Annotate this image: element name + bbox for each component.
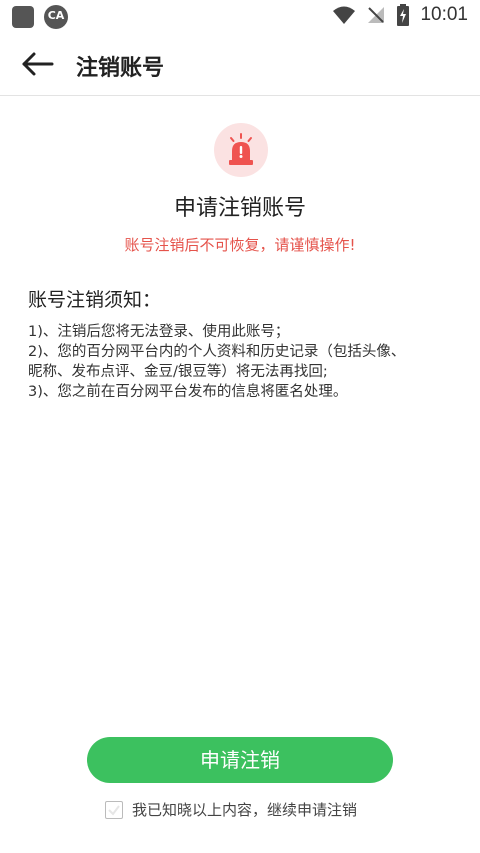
main-title: 申请注销账号 xyxy=(173,196,306,221)
notice-list: 1)、注销后您将无法登录、使用此账号； 2)、您的百分网平台内的个人资料和历史记… xyxy=(28,322,468,402)
notice-line: 昵称、发布点评、金豆/银豆等）将无法再找回; xyxy=(28,364,328,380)
agree-label: 我已知晓以上内容，继续申请注销 xyxy=(132,801,358,819)
notice-line: 3)、您之前在百分网平台发布的信息将匿名处理。 xyxy=(28,384,348,400)
warning-text: 账号注销后不可恢复，请谨慎操作! xyxy=(124,236,356,254)
status-bar: CA 10:01 xyxy=(0,0,480,33)
agree-row[interactable]: 我已知晓以上内容，继续申请注销 xyxy=(105,799,357,820)
square-icon xyxy=(12,6,34,28)
no-signal-icon xyxy=(368,7,385,23)
app-bar: 注销账号 xyxy=(0,33,480,96)
alert-badge xyxy=(214,123,268,177)
cast-icon: CA xyxy=(44,5,68,29)
page-title: 注销账号 xyxy=(76,56,165,81)
notice-line: 2)、您的百分网平台内的个人资料和历史记录（包括头像、 xyxy=(28,344,406,360)
cast-icon-label: CA xyxy=(47,9,65,22)
agree-checkbox[interactable] xyxy=(105,800,123,819)
notice-heading: 账号注销须知： xyxy=(28,289,162,311)
battery-charging-icon xyxy=(397,4,410,26)
arrow-left-icon xyxy=(22,52,54,76)
notice-line: 1)、注销后您将无法登录、使用此账号； xyxy=(28,324,290,340)
submit-deactivation-button[interactable]: 申请注销 xyxy=(87,737,393,783)
status-time: 10:01 xyxy=(420,4,468,25)
check-icon xyxy=(108,804,120,816)
wifi-icon xyxy=(333,6,356,24)
siren-icon xyxy=(229,133,253,165)
back-button[interactable] xyxy=(20,47,56,81)
